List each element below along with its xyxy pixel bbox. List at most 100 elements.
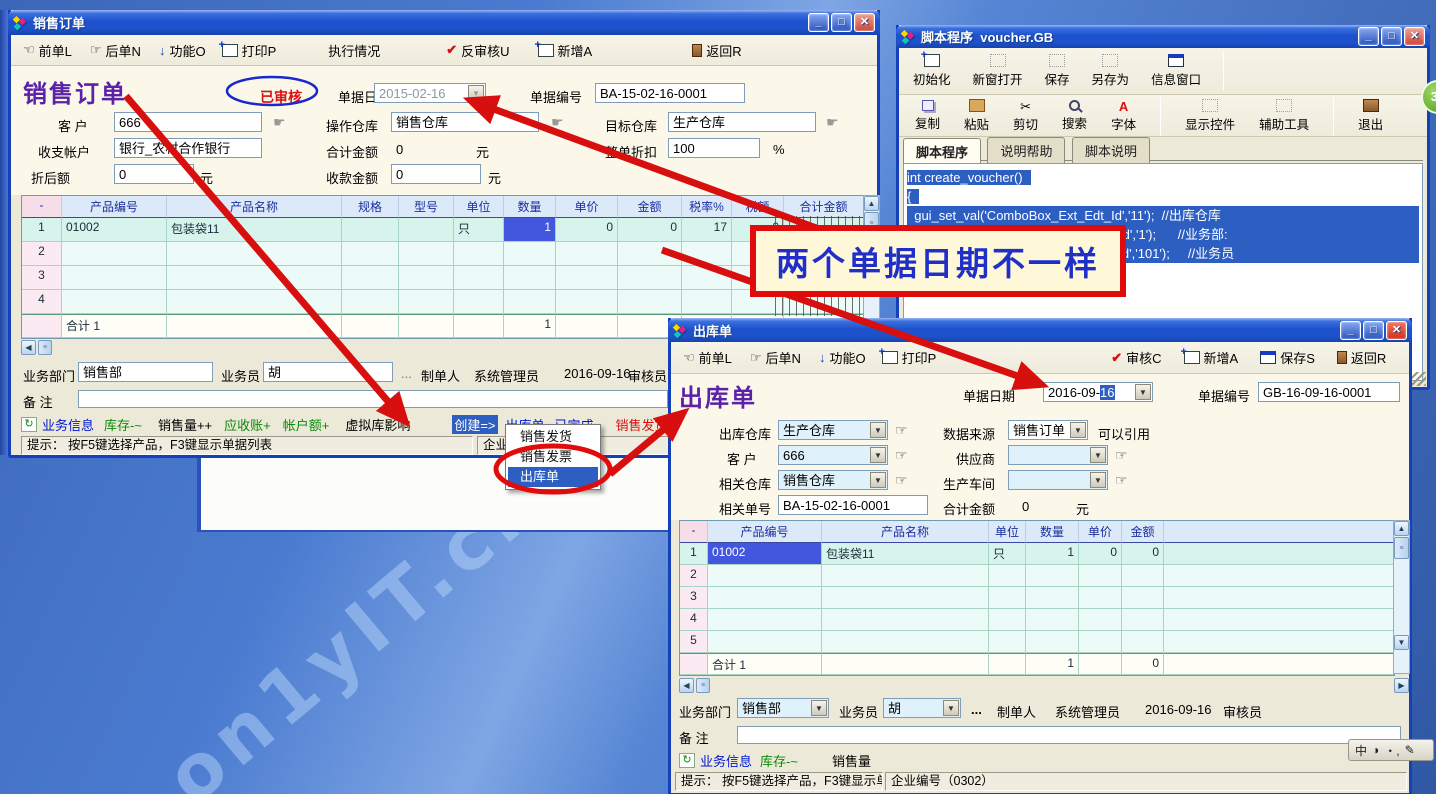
table-cell[interactable]: [342, 266, 399, 290]
table-cell[interactable]: [504, 266, 556, 290]
scroll-left-icon[interactable]: ◀: [21, 340, 36, 355]
table-cell[interactable]: 合计 1: [62, 314, 167, 338]
table-cell[interactable]: 0: [1122, 653, 1164, 675]
scroll-up-icon[interactable]: ▲: [1394, 521, 1409, 536]
table-cell[interactable]: [454, 266, 504, 290]
prev-doc-button[interactable]: ☜前单L: [683, 348, 732, 367]
sales-ship-link[interactable]: 销售发货: [616, 415, 668, 434]
tab-help[interactable]: 说明帮助: [987, 137, 1065, 163]
table-cell[interactable]: 合计 1: [708, 653, 822, 675]
chevron-down-icon[interactable]: ▼: [1090, 447, 1106, 463]
refresh-icon[interactable]: ↻: [21, 417, 37, 432]
aux-tools-button[interactable]: 辅助工具: [1253, 96, 1315, 136]
cut-button[interactable]: ✂剪切: [1007, 96, 1044, 136]
picker-hand-icon[interactable]: ☞: [1115, 447, 1128, 464]
table-cell[interactable]: [822, 565, 989, 587]
next-doc-button[interactable]: ☞后单N: [750, 348, 801, 367]
menu-item[interactable]: 销售发货: [508, 427, 598, 447]
close-button[interactable]: ✕: [854, 13, 875, 32]
remark-input[interactable]: [737, 726, 1401, 744]
table-cell[interactable]: [822, 631, 989, 653]
paste-button[interactable]: 粘贴: [958, 96, 995, 136]
table-hscrollbar[interactable]: ◀ ≡: [679, 678, 710, 693]
table-cell[interactable]: [1164, 609, 1394, 631]
print-button[interactable]: 打印P: [882, 348, 937, 367]
ime-punct-icon[interactable]: ・,: [1384, 742, 1399, 759]
discounted-input[interactable]: 0: [114, 164, 194, 184]
received-input[interactable]: 0: [391, 164, 481, 184]
table-cell[interactable]: [399, 218, 454, 242]
table-cell[interactable]: [1026, 565, 1079, 587]
table-cell[interactable]: [342, 314, 399, 338]
table-cell[interactable]: [556, 266, 618, 290]
search-button[interactable]: 搜索: [1056, 97, 1093, 135]
menu-item[interactable]: 销售发票: [508, 447, 598, 467]
table-cell[interactable]: [682, 242, 732, 266]
table-cell[interactable]: 2: [22, 242, 62, 266]
business-info-link[interactable]: 业务信息: [42, 415, 94, 434]
print-button[interactable]: 打印P: [222, 41, 277, 60]
table-cell[interactable]: 5: [680, 631, 708, 653]
minimize-button[interactable]: _: [808, 13, 829, 32]
table-vscrollbar[interactable]: ▲ ≡ ▼: [1393, 520, 1410, 674]
table-cell[interactable]: [1164, 587, 1394, 609]
table-cell[interactable]: 1: [504, 314, 556, 338]
table-cell[interactable]: [1079, 653, 1122, 675]
show-controls-button[interactable]: 显示控件: [1179, 96, 1241, 136]
audit-button[interactable]: ✔审核C: [1111, 348, 1161, 367]
dept-input[interactable]: 销售部: [78, 362, 213, 382]
table-cell[interactable]: [708, 587, 822, 609]
close-button[interactable]: ✕: [1404, 27, 1425, 46]
scroll-left-icon[interactable]: ◀: [679, 678, 694, 693]
table-cell[interactable]: [1122, 631, 1164, 653]
table-cell[interactable]: 0: [556, 218, 618, 242]
workshop-combobox[interactable]: ▼: [1008, 470, 1108, 490]
exit-button[interactable]: 退出: [1352, 96, 1389, 136]
add-button[interactable]: 新增A: [538, 41, 593, 60]
scroll-right-icon[interactable]: ▶: [1394, 678, 1409, 693]
ime-language-bar[interactable]: 中 ◑ ・, ✎: [1348, 739, 1434, 761]
table-cell[interactable]: [618, 266, 682, 290]
font-button[interactable]: A字体: [1105, 96, 1142, 136]
table-cell[interactable]: [682, 290, 732, 314]
table-cell[interactable]: [454, 242, 504, 266]
table-cell[interactable]: [822, 653, 989, 675]
save-button[interactable]: 保存S: [1260, 348, 1315, 367]
chevron-down-icon[interactable]: ▼: [1135, 384, 1151, 400]
table-cell[interactable]: [342, 242, 399, 266]
table-cell[interactable]: [1026, 631, 1079, 653]
receivable-link[interactable]: 应收账+: [224, 415, 271, 434]
doc-date-combobox[interactable]: 2015-02-16▼: [374, 83, 486, 103]
save-button[interactable]: 保存: [1039, 51, 1076, 91]
discount-input[interactable]: 100: [668, 138, 760, 158]
refresh-icon[interactable]: ↻: [679, 753, 695, 768]
table-cell[interactable]: [1026, 587, 1079, 609]
table-cell[interactable]: [618, 242, 682, 266]
table-cell[interactable]: [1122, 587, 1164, 609]
table-cell[interactable]: [342, 218, 399, 242]
picker-hand-icon[interactable]: ☞: [895, 422, 908, 439]
table-cell[interactable]: [342, 290, 399, 314]
related-doc-no-input[interactable]: BA-15-02-16-0001: [778, 495, 928, 515]
chevron-down-icon[interactable]: ▼: [1090, 472, 1106, 488]
scroll-grip[interactable]: ≡: [696, 678, 710, 693]
copy-button[interactable]: 复制: [909, 97, 946, 135]
table-cell[interactable]: 2: [680, 565, 708, 587]
maximize-button[interactable]: □: [1363, 321, 1384, 340]
menu-item[interactable]: 出库单: [508, 467, 598, 487]
table-cell[interactable]: 包装袋11: [822, 543, 989, 565]
ime-pen-icon[interactable]: ✎: [1405, 743, 1415, 757]
chevron-down-icon[interactable]: ▼: [468, 85, 484, 101]
sales-qty-link[interactable]: 销售量++: [158, 415, 212, 434]
table-cell[interactable]: [399, 266, 454, 290]
maximize-button[interactable]: □: [831, 13, 852, 32]
table-cell[interactable]: [167, 314, 342, 338]
back-button[interactable]: 返回R: [1337, 348, 1386, 367]
target-warehouse-input[interactable]: 生产仓库: [668, 112, 816, 132]
table-cell[interactable]: [1164, 565, 1394, 587]
table-cell[interactable]: 1: [1026, 653, 1079, 675]
chevron-down-icon[interactable]: ▼: [870, 422, 886, 438]
close-button[interactable]: ✕: [1386, 321, 1407, 340]
table-cell[interactable]: 17: [682, 218, 732, 242]
table-cell[interactable]: [989, 653, 1026, 675]
